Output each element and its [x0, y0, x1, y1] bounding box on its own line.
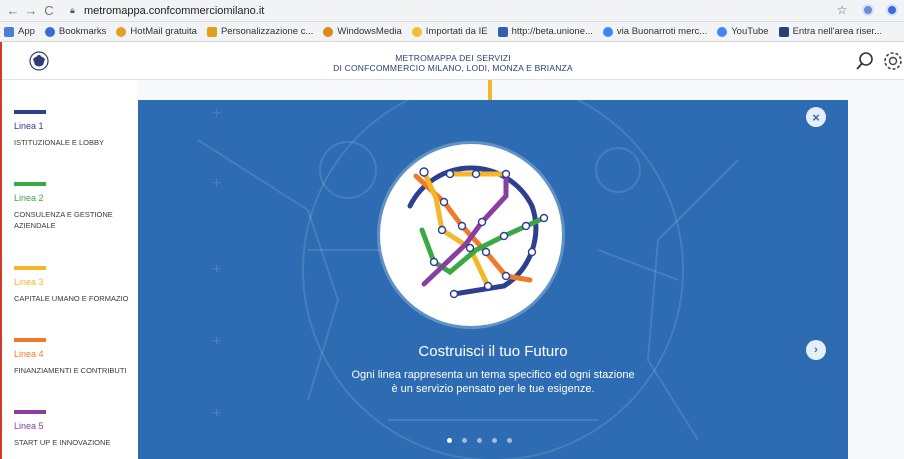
sidebar-line-item[interactable]: Linea 2 CONSULENZA E GESTIONE AZIENDALE [14, 182, 144, 231]
bookmark-item[interactable]: WindowsMedia [323, 26, 402, 37]
bookmark-icon [206, 26, 217, 37]
pagination-dot[interactable] [507, 438, 512, 443]
metro-logo-illustration [380, 144, 562, 326]
close-button[interactable]: × [806, 107, 826, 127]
modal-description-line2: è un servizio pensato per le tue esigenz… [391, 383, 595, 395]
bookmark-label: Bookmarks [58, 26, 107, 37]
bookmark-icon [602, 26, 613, 37]
profile-icon[interactable] [886, 4, 898, 16]
bookmarks-bar: App Bookmarks HotMail gratuita Personalizza… [0, 22, 904, 42]
line-color-bar [14, 110, 46, 114]
star-icon[interactable]: ☆ [834, 2, 850, 18]
pagination-dot[interactable] [477, 438, 482, 443]
line-color-bar [14, 266, 46, 270]
bookmark-icon [44, 26, 55, 37]
pagination-dot[interactable] [462, 438, 467, 443]
bookmark-label: WindowsMedia [337, 26, 402, 37]
line-description: CONSULENZA E GESTIONE [14, 210, 113, 219]
bookmark-item[interactable]: App [4, 26, 35, 37]
lock-icon: 🔒︎ [70, 5, 75, 15]
bookmark-item[interactable]: Personalizzazione c... [206, 26, 314, 37]
site-header: METROMAPPA DEI SERVIZI DI CONFCOMMERCIO … [2, 42, 904, 80]
line-color-bar [14, 410, 46, 414]
bookmark-label: App [18, 26, 35, 37]
bookmark-label: HotMail gratuita [130, 26, 197, 37]
svg-text:+: + [212, 405, 221, 422]
modal-description: Ogni linea rappresenta un tema specifico… [138, 368, 848, 396]
bookmark-icon [497, 26, 508, 37]
page-title-line2: DI CONFCOMMERCIO MILANO, LODI, MONZA E B… [333, 63, 573, 73]
slide-pagination [447, 438, 512, 443]
modal-title: Costruisci il tuo Futuro [418, 343, 568, 360]
svg-text:+: + [212, 261, 221, 278]
bookmark-icon [778, 26, 789, 37]
bookmark-icon [4, 26, 14, 37]
bookmark-icon [116, 26, 127, 37]
sidebar-line-item[interactable]: Linea 5 START UP E INNOVAZIONE [14, 410, 144, 448]
gear-icon[interactable] [882, 50, 904, 72]
pagination-dot[interactable] [447, 438, 452, 443]
line-description: ISTITUZIONALE E LOBBY [14, 138, 105, 147]
bookmark-icon [411, 26, 422, 37]
line-name: Linea 1 [14, 121, 44, 131]
bookmark-item[interactable]: Bookmarks [44, 26, 107, 37]
intro-modal: + + + + + × › Costruisci il tuo Futuro O… [138, 100, 848, 459]
metro-lines-icon [407, 165, 549, 299]
page-title: METROMAPPA DEI SERVIZI DI CONFCOMMERCIO … [2, 53, 904, 73]
modal-description-line1: Ogni linea rappresenta un tema specifico… [351, 369, 635, 381]
line-name: Linea 3 [14, 277, 44, 287]
yellow-line-segment [488, 80, 492, 100]
bookmark-label: YouTube [731, 26, 769, 37]
line-name: Linea 2 [14, 193, 44, 203]
sidebar-line-item[interactable]: Linea 3 CAPITALE UMANO E FORMAZIO [14, 266, 144, 304]
search-icon[interactable] [854, 50, 876, 72]
svg-text:+: + [212, 105, 221, 122]
svg-text:+: + [212, 175, 221, 192]
pagination-dot[interactable] [492, 438, 497, 443]
page-title-line1: METROMAPPA DEI SERVIZI [395, 53, 511, 63]
bookmark-item[interactable]: http://beta.unione... [497, 26, 593, 37]
bookmark-item[interactable]: HotMail gratuita [116, 26, 197, 37]
line-description: START UP E INNOVAZIONE [14, 438, 111, 447]
bookmark-item[interactable]: Entra nell'area riser... [778, 26, 883, 37]
line-color-bar [14, 182, 46, 186]
line-description: CAPITALE UMANO E FORMAZIO [14, 294, 129, 303]
bookmark-label: Importati da IE [425, 26, 488, 37]
sidebar: Linea 1 ISTITUZIONALE E LOBBY Linea 2 CONSU… [2, 80, 138, 459]
bookmark-label: via Buonarroti merc... [616, 26, 708, 37]
bookmark-icon [323, 26, 334, 37]
back-icon[interactable]: ← [4, 2, 22, 20]
line-color-bar [14, 338, 46, 342]
line-name: Linea 4 [14, 349, 44, 359]
browser-url-bar: ← → C 🔒︎ metromappa.confcommerciomilano.… [0, 0, 904, 22]
bookmark-item[interactable]: YouTube [717, 26, 769, 37]
url-field[interactable]: metromappa.confcommerciomilano.it [84, 5, 264, 17]
bookmark-label: Entra nell'area riser... [792, 26, 883, 37]
sidebar-line-item[interactable]: Linea 1 ISTITUZIONALE E LOBBY [14, 110, 144, 148]
line-description: FINANZIAMENTI E CONTRIBUTI [14, 366, 127, 375]
bookmark-label: Personalizzazione c... [220, 26, 314, 37]
bookmark-item[interactable]: Importati da IE [411, 26, 488, 37]
sidebar-line-item[interactable]: Linea 4 FINANZIAMENTI E CONTRIBUTI [14, 338, 144, 376]
line-description-cont: AZIENDALE [14, 221, 56, 230]
reload-icon[interactable]: C [40, 2, 58, 20]
bookmark-label: http://beta.unione... [511, 26, 593, 37]
forward-icon[interactable]: → [22, 2, 40, 20]
bookmark-icon [717, 26, 728, 37]
bookmark-item[interactable]: via Buonarroti merc... [602, 26, 708, 37]
extension-icon[interactable] [862, 4, 874, 16]
line-name: Linea 5 [14, 421, 44, 431]
